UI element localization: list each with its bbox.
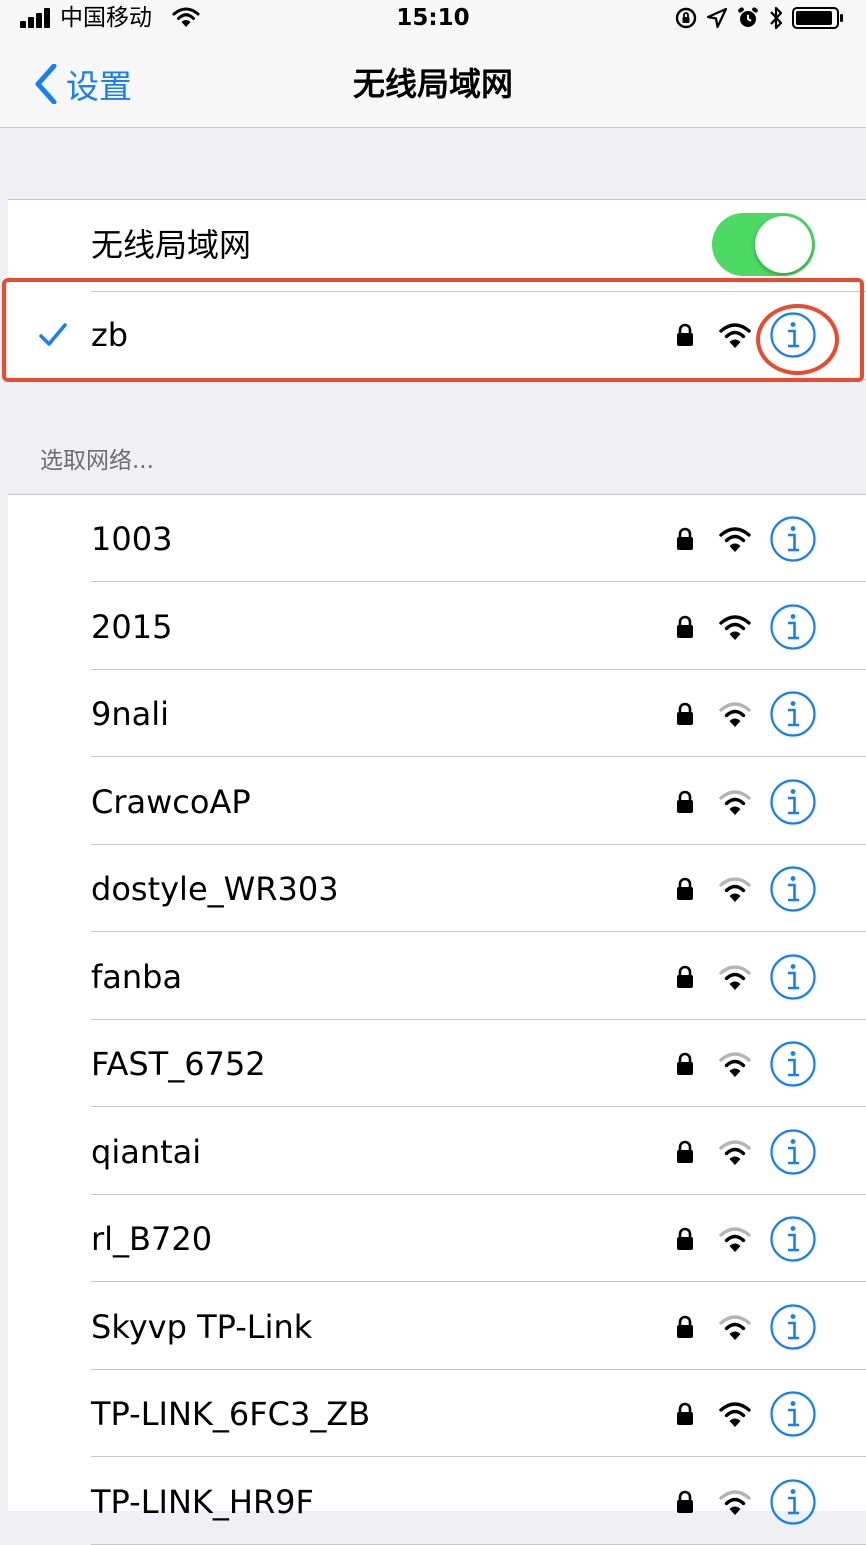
lock-icon <box>677 702 693 725</box>
network-row[interactable]: TP-LINK_HR9F <box>8 1458 866 1545</box>
lock-icon <box>677 323 693 346</box>
info-icon[interactable] <box>770 1041 816 1087</box>
info-icon[interactable] <box>770 691 816 737</box>
wifi-toggle-switch[interactable] <box>712 213 815 276</box>
network-row[interactable]: 2015 <box>8 583 866 670</box>
lock-icon <box>677 877 693 900</box>
network-row[interactable]: CrawcoAP <box>8 758 866 845</box>
divider <box>91 1543 866 1545</box>
info-icon[interactable] <box>770 1478 816 1525</box>
connected-network-name: zb <box>91 316 129 354</box>
networks-section-header: 选取网络... <box>40 448 154 474</box>
navigation-bar: 设置 无线局域网 <box>0 40 866 128</box>
lock-icon <box>677 1227 693 1250</box>
lock-icon <box>677 1140 693 1163</box>
status-bar: 中国移动 15:10 <box>0 0 866 40</box>
lock-icon <box>677 790 693 813</box>
network-name: 1003 <box>91 520 173 558</box>
network-row[interactable]: 9nali <box>8 670 866 757</box>
lock-icon <box>677 1052 693 1075</box>
network-name: Skyvp TP-Link <box>91 1307 313 1346</box>
lock-icon <box>677 1315 693 1338</box>
wifi-toggle-label: 无线局域网 <box>91 226 252 264</box>
network-row[interactable]: dostyle_WR303 <box>8 845 866 932</box>
info-icon[interactable] <box>770 516 816 562</box>
wifi-signal-icon <box>719 1489 751 1515</box>
wifi-signal-icon <box>719 614 751 640</box>
alarm-icon <box>738 7 758 27</box>
network-row[interactable]: Skyvp TP-Link <box>8 1283 866 1370</box>
network-name: qiantai <box>91 1132 202 1171</box>
wifi-signal-icon <box>719 1052 751 1077</box>
page-title: 无线局域网 <box>352 65 513 103</box>
network-name: dostyle_WR303 <box>91 870 339 908</box>
connected-network-row[interactable]: zb <box>8 292 866 379</box>
wifi-toggle-row: 无线局域网 <box>8 200 866 291</box>
network-name: FAST_6752 <box>91 1045 266 1083</box>
info-icon[interactable] <box>770 312 816 358</box>
info-icon[interactable] <box>770 778 816 825</box>
network-list: 1003 2015 9nali CrawcoAP dostyle_WR303fanba F… <box>8 494 866 1545</box>
toggle-knob <box>755 216 812 273</box>
network-row[interactable]: fanba <box>8 933 866 1020</box>
wifi-signal-icon <box>719 1314 751 1340</box>
wifi-signal-icon <box>719 964 751 990</box>
info-icon[interactable] <box>770 1391 816 1437</box>
network-name: TP-LINK_HR9F <box>91 1482 314 1521</box>
wifi-settings-group: 无线局域网 zb <box>8 199 866 380</box>
wifi-signal-icon <box>719 527 751 552</box>
checkmark-icon <box>39 323 67 346</box>
wifi-signal-icon <box>719 877 751 902</box>
info-icon[interactable] <box>770 1128 816 1175</box>
info-icon[interactable] <box>770 603 816 650</box>
network-row[interactable]: 1003 <box>8 495 866 582</box>
info-icon[interactable] <box>770 1216 816 1262</box>
wifi-signal-icon <box>719 789 751 815</box>
wifi-signal-icon <box>719 1402 751 1427</box>
orientation-lock-icon <box>675 7 697 29</box>
status-indicators <box>674 4 844 32</box>
network-name: CrawcoAP <box>91 782 251 821</box>
network-row[interactable]: FAST_6752 <box>8 1020 866 1107</box>
battery-icon <box>792 7 843 29</box>
lock-icon <box>677 527 693 550</box>
info-icon[interactable] <box>770 1303 816 1350</box>
network-name: TP-LINK_6FC3_ZB <box>91 1395 371 1433</box>
network-name: fanba <box>91 957 183 996</box>
network-row[interactable]: qiantai <box>8 1108 866 1195</box>
wifi-signal-icon <box>719 1139 751 1165</box>
info-icon[interactable] <box>770 866 816 912</box>
network-name: rl_B720 <box>91 1220 213 1258</box>
network-name: 9nali <box>91 695 170 733</box>
network-row[interactable]: rl_B720 <box>8 1195 866 1282</box>
wifi-signal-icon <box>719 323 751 348</box>
lock-icon <box>677 965 693 988</box>
info-icon[interactable] <box>770 953 816 1000</box>
location-icon <box>706 7 728 29</box>
network-row[interactable]: TP-LINK_6FC3_ZB <box>8 1370 866 1457</box>
lock-icon <box>677 615 693 638</box>
wifi-signal-icon <box>719 1227 751 1252</box>
lock-icon <box>677 1402 693 1425</box>
network-name: 2015 <box>91 607 173 646</box>
bluetooth-icon <box>770 6 783 30</box>
wifi-signal-icon <box>719 702 751 727</box>
